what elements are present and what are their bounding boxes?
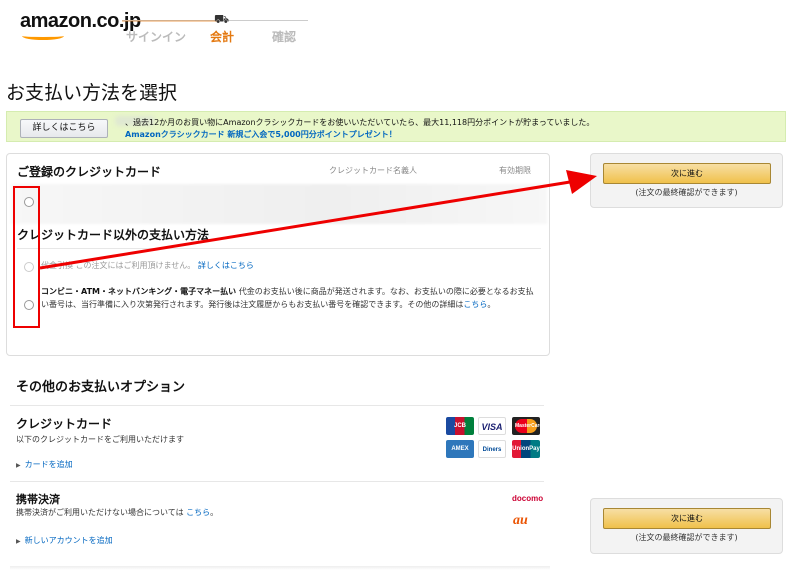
- divider: [10, 481, 544, 482]
- convenience-detail-link[interactable]: こちら: [463, 300, 487, 309]
- mobile-desc-text: 携帯決済がご利用いただけない場合については: [16, 508, 184, 517]
- registered-card-row[interactable]: [11, 184, 547, 224]
- mobile-payment-title: 携帯決済: [16, 493, 60, 506]
- continue-panel-top: 次に進む (注文の最終確認ができます): [590, 153, 783, 208]
- registered-cards-heading: ご登録のクレジットカード: [17, 165, 162, 179]
- promo-detail-button[interactable]: 詳しくはこちら: [20, 119, 108, 138]
- cod-detail-link[interactable]: 詳しくはこちら: [198, 261, 254, 270]
- step-signin: サインイン: [126, 30, 187, 44]
- other-methods-heading: クレジットカード以外の支払い方法: [17, 228, 210, 242]
- smile-icon: [22, 32, 64, 40]
- promo-text: 、過去12か月のお買い物にAmazonクラシックカードをお使いいただいていたら、…: [125, 118, 595, 127]
- mobile-payment-desc: 携帯決済がご利用いただけない場合については こちら。: [16, 507, 218, 518]
- promo-link[interactable]: Amazonクラシックカード 新規ご入会で5,000円分ポイントプレゼント！: [125, 129, 397, 140]
- convenience-end: 。: [487, 300, 496, 309]
- add-account-label: 新しいアカウントを追加: [24, 536, 113, 545]
- cart-icon: ⛟: [214, 12, 230, 26]
- step-checkout: 会計: [210, 30, 235, 44]
- cod-option: 代金引換 この注文にはご利用頂けません。 詳しくはこちら: [41, 260, 254, 271]
- payment-methods-panel: ご登録のクレジットカード クレジットカード名義人 有効期限 クレジットカード以外…: [6, 153, 550, 356]
- unionpay-icon: UnionPay: [512, 440, 540, 458]
- continue-button[interactable]: 次に進む: [603, 508, 771, 529]
- amex-icon: AMEX: [446, 440, 474, 458]
- credit-card-desc: 以下のクレジットカードをご利用いただけます: [16, 435, 184, 444]
- page-title: お支払い方法を選択: [6, 82, 178, 104]
- mobile-desc-end: 。: [210, 508, 219, 517]
- divider: [10, 405, 544, 406]
- cardholder-column-header: クレジットカード名義人: [329, 166, 417, 175]
- expiry-column-header: 有効期限: [499, 166, 531, 175]
- annotation-highlight-box: [13, 186, 40, 328]
- promo-banner: 詳しくはこちら 、過去12か月のお買い物にAmazonクラシックカードをお使いい…: [6, 111, 786, 142]
- continue-note: (注文の最終確認ができます): [635, 188, 738, 197]
- cod-text: 代金引換 この注文にはご利用頂けません。: [41, 261, 196, 270]
- triangle-right-icon: ▶: [16, 538, 21, 545]
- visa-icon: VISA: [478, 417, 506, 435]
- panel-bottom-edge: [10, 566, 550, 570]
- au-icon: au: [513, 513, 528, 528]
- convenience-label: コンビニ・ATM・ネットバンキング・電子マネー払い: [41, 287, 237, 296]
- add-card-link[interactable]: ▶ カードを追加: [16, 459, 73, 470]
- docomo-icon: docomo: [512, 494, 544, 503]
- credit-card-title: クレジットカード: [16, 417, 113, 431]
- add-account-link[interactable]: ▶ 新しいアカウントを追加: [16, 535, 113, 546]
- mastercard-label: MasterCard: [515, 419, 543, 433]
- diners-icon: Diners: [478, 440, 506, 458]
- progress-track-done: [122, 20, 218, 22]
- continue-button[interactable]: 次に進む: [603, 163, 771, 184]
- add-card-label: カードを追加: [24, 460, 73, 469]
- divider: [17, 248, 541, 249]
- jcb-icon: JCB: [446, 417, 474, 435]
- triangle-right-icon: ▶: [16, 462, 21, 469]
- mastercard-icon: MasterCard: [512, 417, 543, 435]
- step-confirm: 確認: [272, 30, 297, 44]
- convenience-option: コンビニ・ATM・ネットバンキング・電子マネー払い 代金のお支払い後に商品が発送…: [41, 285, 537, 311]
- checkout-progress: ⛟ サインイン 会計 確認: [122, 10, 312, 50]
- other-options-heading: その他のお支払いオプション: [16, 380, 186, 395]
- mobile-detail-link[interactable]: こちら: [186, 508, 210, 517]
- continue-panel-bottom: 次に進む (注文の最終確認ができます): [590, 498, 783, 554]
- continue-note: (注文の最終確認ができます): [635, 533, 738, 542]
